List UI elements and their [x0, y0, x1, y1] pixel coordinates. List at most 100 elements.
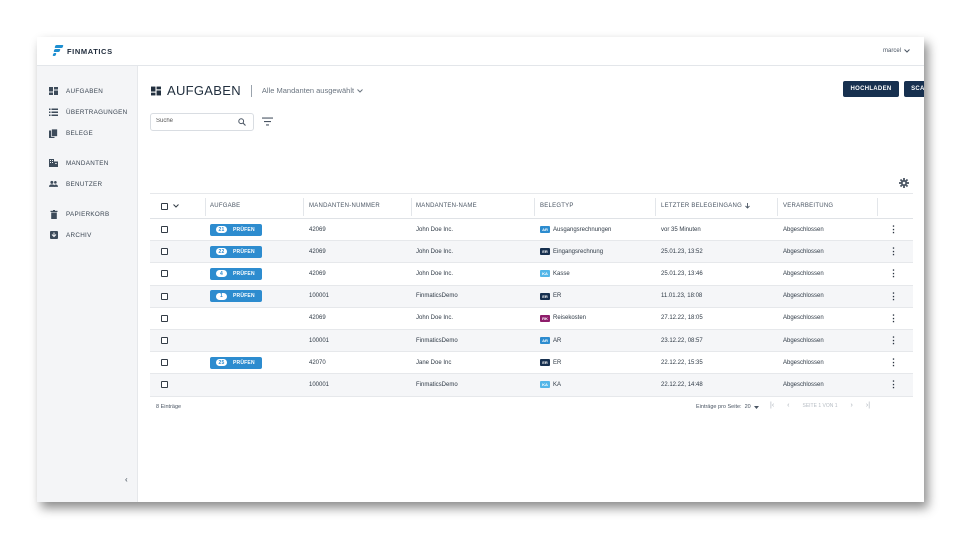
row-checkbox[interactable]: [161, 314, 168, 322]
processing-status: Abgeschlossen: [783, 293, 824, 300]
row-checkbox[interactable]: [161, 381, 168, 389]
task-count-badge: 25: [216, 359, 227, 367]
gear-icon[interactable]: [899, 178, 909, 188]
select-all[interactable]: [161, 194, 179, 218]
user-menu[interactable]: marcel: [883, 48, 910, 54]
column-header-belegtyp[interactable]: BELEGTYP: [540, 194, 574, 218]
main-content: AUFGABEN Alle Mandanten ausgewählt HOCHL…: [139, 66, 924, 502]
sidebar-item-benutzer[interactable]: BENUTZER: [49, 180, 102, 188]
sidebar-item-label: PAPIERKORB: [66, 210, 110, 218]
more-options-icon[interactable]: ⋮: [889, 374, 898, 395]
column-header-aufgabe[interactable]: AUFGABE: [210, 194, 240, 218]
table-row[interactable]: 22 PRÜFEN 42069 John Doe Inc. ER Eingangsrech…: [150, 241, 913, 264]
users-icon: [49, 180, 58, 188]
row-checkbox[interactable]: [161, 226, 168, 234]
client-number: 100001: [309, 381, 330, 388]
document-type: AR AR: [540, 330, 561, 351]
review-button[interactable]: 22 PRÜFEN: [210, 245, 262, 258]
more-options-icon[interactable]: ⋮: [889, 263, 898, 284]
search-icon[interactable]: [238, 118, 246, 126]
per-page-select[interactable]: Einträge pro Seite: 20: [696, 404, 759, 410]
sidebar-item-aufgaben[interactable]: AUFGABEN: [49, 87, 103, 95]
sidebar-item-uebertragungen[interactable]: ÜBERTRAGUNGEN: [49, 108, 128, 116]
row-checkbox[interactable]: [161, 292, 168, 300]
table-footer: 8 Einträge Einträge pro Seite: 20 |‹ ‹ S…: [150, 401, 913, 415]
client-number: 42069: [309, 226, 326, 233]
documents-icon: [49, 128, 58, 138]
row-checkbox[interactable]: [161, 337, 168, 345]
review-button[interactable]: 1 PRÜFEN: [210, 290, 262, 303]
document-type: KA Kasse: [540, 263, 570, 284]
table-row[interactable]: 100001 FinmaticsDemo KA KA 22.12.22, 14:48 Ab…: [150, 374, 913, 397]
client-name: FinmaticsDemo: [416, 293, 458, 300]
client-name: FinmaticsDemo: [416, 337, 458, 344]
dashboard-icon: [49, 87, 58, 95]
chevron-down-icon[interactable]: [173, 204, 179, 208]
column-header-verarbeitung[interactable]: VERARBEITUNG: [783, 194, 833, 218]
pagination: |‹ ‹ SEITE 1 VON 1 › ›|: [770, 402, 870, 409]
more-options-icon[interactable]: ⋮: [889, 286, 898, 307]
previous-page-icon[interactable]: ‹: [787, 402, 789, 409]
upload-button[interactable]: HOCHLADEN: [843, 81, 899, 97]
last-receipt: 22.12.22, 15:35: [661, 359, 703, 366]
client-select[interactable]: Alle Mandanten ausgewählt: [262, 86, 363, 95]
sidebar-item-archiv[interactable]: ARCHIV: [49, 231, 92, 239]
row-checkbox[interactable]: [161, 359, 168, 367]
chevron-down-icon: [357, 88, 363, 93]
user-name: marcel: [882, 48, 901, 54]
document-type-label: Kasse: [553, 270, 570, 277]
first-page-icon[interactable]: |‹: [770, 402, 774, 409]
collapse-sidebar-icon[interactable]: ‹: [125, 475, 128, 484]
document-type-badge: ER: [540, 248, 550, 256]
logo[interactable]: FINMATICS: [52, 45, 113, 57]
review-button-label: PRÜFEN: [233, 226, 255, 233]
brand-name: FINMATICS: [67, 46, 113, 56]
table-row[interactable]: 25 PRÜFEN 42070 Jane Doe Inc ER ER 22.12.22, 1…: [150, 352, 913, 375]
client-name: John Doe Inc.: [416, 226, 454, 233]
column-header-letzter-belegeingang[interactable]: LETZTER BELEGEINGANG: [661, 194, 750, 218]
next-page-icon[interactable]: ›: [851, 402, 853, 409]
filter-icon[interactable]: [262, 117, 273, 126]
document-type-label: Eingangsrechnung: [553, 248, 604, 255]
review-button-label: PRÜFEN: [233, 359, 255, 366]
review-button[interactable]: 25 PRÜFEN: [210, 356, 262, 369]
sort-descending-icon[interactable]: [745, 203, 750, 209]
sidebar-item-belege[interactable]: BELEGE: [49, 128, 93, 138]
review-button[interactable]: 4 PRÜFEN: [210, 267, 262, 280]
task-count-badge: 22: [216, 248, 227, 256]
archive-icon: [49, 231, 58, 239]
building-icon: [49, 159, 58, 167]
processing-status: Abgeschlossen: [783, 359, 824, 366]
review-button[interactable]: 21 PRÜFEN: [210, 223, 262, 236]
more-options-icon[interactable]: ⋮: [889, 352, 898, 373]
last-page-icon[interactable]: ›|: [866, 402, 870, 409]
table-row[interactable]: 21 PRÜFEN 42069 John Doe Inc. AR Ausgangsrech…: [150, 219, 913, 242]
column-header-mandanten-name[interactable]: MANDANTEN-NAME: [416, 194, 477, 218]
review-button-label: PRÜFEN: [233, 293, 255, 300]
sidebar-item-papierkorb[interactable]: PAPIERKORB: [49, 209, 110, 219]
per-page-value: 20: [744, 404, 751, 410]
select-all-checkbox[interactable]: [161, 202, 168, 210]
more-options-icon[interactable]: ⋮: [889, 219, 898, 240]
last-receipt: 22.12.22, 14:48: [661, 381, 703, 388]
table-row[interactable]: 100001 FinmaticsDemo AR AR 23.12.22, 08:57 Ab…: [150, 329, 913, 353]
table-row[interactable]: 1 PRÜFEN 100001 FinmaticsDemo ER ER 11.01.23, …: [150, 285, 913, 308]
document-type-label: ER: [553, 359, 562, 366]
page-header: AUFGABEN Alle Mandanten ausgewählt: [151, 83, 363, 98]
more-options-icon[interactable]: ⋮: [889, 241, 898, 262]
scan-button[interactable]: SCANNEN: [904, 81, 924, 97]
sidebar-item-label: ARCHIV: [66, 231, 92, 239]
row-checkbox[interactable]: [161, 248, 168, 256]
row-checkbox[interactable]: [161, 270, 168, 278]
sidebar-item-mandanten[interactable]: MANDANTEN: [49, 159, 109, 167]
sidebar-item-label: ÜBERTRAGUNGEN: [66, 108, 128, 116]
column-header-mandanten-nummer[interactable]: MANDANTEN-NUMMER: [309, 194, 380, 218]
finmatics-logo-icon: [52, 45, 64, 57]
table-row[interactable]: 4 PRÜFEN 42069 John Doe Inc. KA Kasse 25.01.23…: [150, 263, 913, 286]
sidebar: AUFGABEN ÜBERTRAGUNGEN BELEGE MANDANTEN …: [37, 66, 138, 502]
more-options-icon[interactable]: ⋮: [889, 308, 898, 329]
search-input[interactable]: [156, 118, 236, 124]
document-type: KA KA: [540, 374, 561, 395]
more-options-icon[interactable]: ⋮: [889, 330, 898, 351]
table-row[interactable]: 42069 John Doe Inc. RK Reisekosten 27.12.22,…: [150, 308, 913, 330]
